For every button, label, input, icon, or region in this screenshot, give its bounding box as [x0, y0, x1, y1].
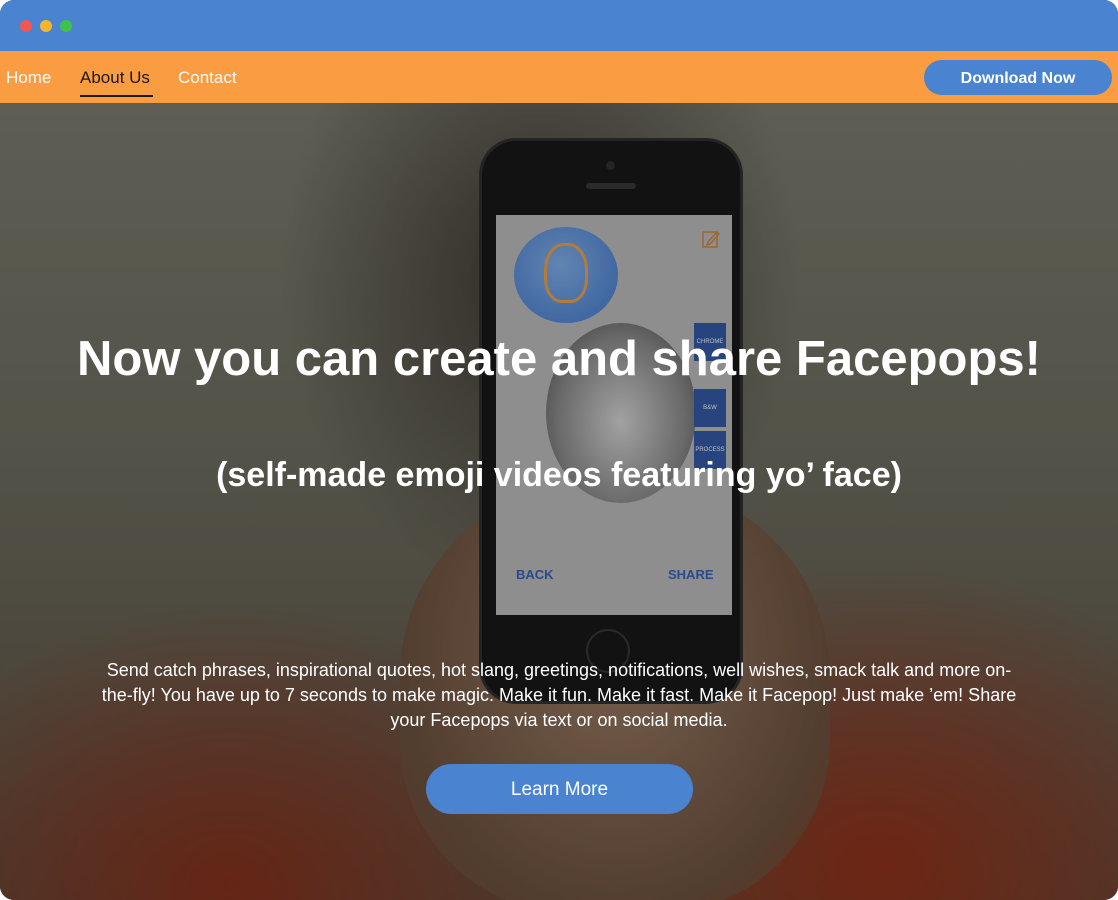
minimize-window-button[interactable]: [40, 20, 52, 32]
nav-link-home[interactable]: Home: [6, 68, 51, 88]
title-bar: [0, 0, 1118, 51]
nav-link-contact[interactable]: Contact: [178, 68, 237, 88]
hero-title: Now you can create and share Facepops!: [77, 332, 1041, 386]
maximize-window-button[interactable]: [60, 20, 72, 32]
download-now-button[interactable]: Download Now: [924, 60, 1112, 95]
hero-description: Send catch phrases, inspirational quotes…: [101, 660, 1017, 730]
active-nav-underline: [80, 95, 153, 97]
learn-more-button[interactable]: Learn More: [426, 764, 693, 814]
hero-section: CHROME B&W PROCESS BACK SHARE Now you ca…: [0, 103, 1118, 900]
nav-link-about-us[interactable]: About Us: [80, 68, 150, 88]
hero-subtitle: (self-made emoji videos featuring yo’ fa…: [216, 456, 902, 494]
browser-window: Home About Us Contact Download Now CHROM…: [0, 0, 1118, 900]
close-window-button[interactable]: [20, 20, 32, 32]
navbar: Home About Us Contact Download Now: [0, 51, 1118, 103]
